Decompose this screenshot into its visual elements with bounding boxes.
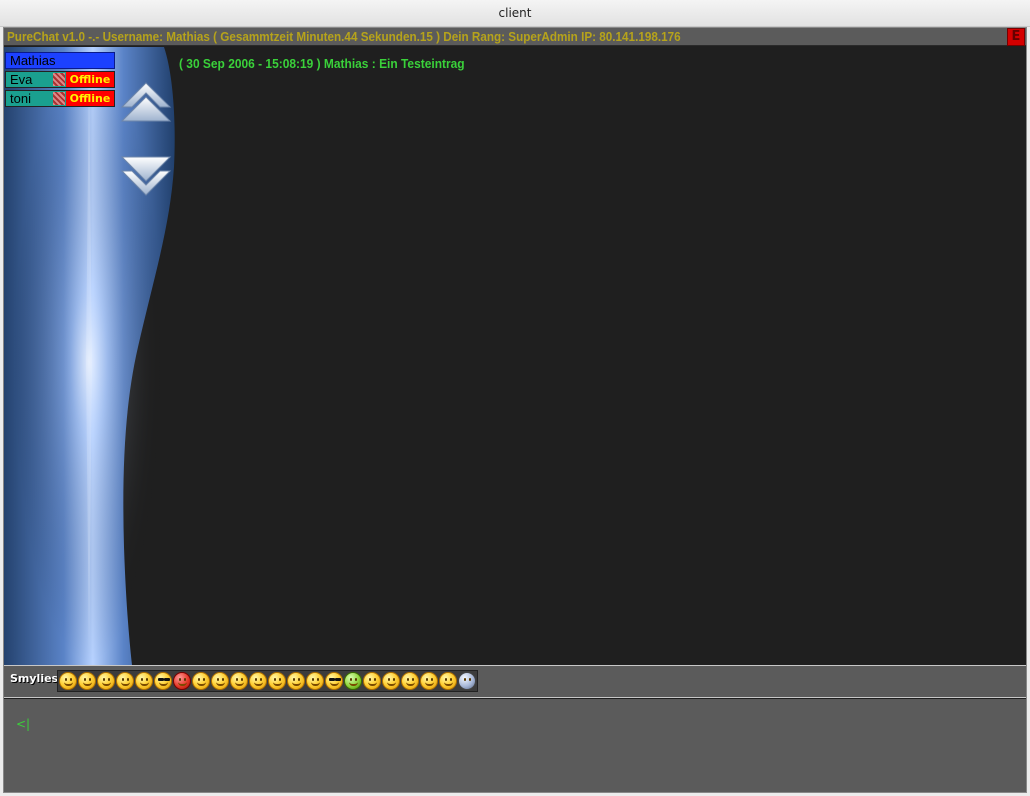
user-item-eva[interactable]: Eva Offline xyxy=(5,71,115,88)
window-title: client xyxy=(498,6,532,20)
offline-badge: Offline xyxy=(66,72,114,87)
angry-icon[interactable] xyxy=(173,672,191,690)
sad-icon[interactable] xyxy=(211,672,229,690)
scroll-down-button[interactable] xyxy=(118,155,174,197)
globe-icon[interactable] xyxy=(458,672,476,690)
input-area: <| xyxy=(4,699,1026,792)
exit-button[interactable]: E xyxy=(1007,28,1025,46)
surprised-icon[interactable] xyxy=(249,672,267,690)
wizard-icon[interactable] xyxy=(363,672,381,690)
user-list: Mathias Eva Offline toni Offline xyxy=(5,52,115,109)
chat-log: ( 30 Sep 2006 - 15:08:19 ) Mathias : Ein… xyxy=(179,47,1026,665)
user-name: Eva xyxy=(10,72,33,87)
grin-icon[interactable] xyxy=(78,672,96,690)
sick-icon[interactable] xyxy=(344,672,362,690)
shy-icon[interactable] xyxy=(382,672,400,690)
scroll-up-button[interactable] xyxy=(118,81,174,123)
teeth-icon[interactable] xyxy=(420,672,438,690)
worried-icon[interactable] xyxy=(439,672,457,690)
user-name: Mathias xyxy=(10,53,56,68)
smiley-bar: Smylies xyxy=(4,665,1026,698)
sidebar-background xyxy=(4,47,175,665)
wink-icon[interactable] xyxy=(116,672,134,690)
happy-icon[interactable] xyxy=(192,672,210,690)
user-name: toni xyxy=(10,91,31,106)
message-input[interactable]: <| xyxy=(10,705,1020,785)
window-titlebar: client xyxy=(0,0,1030,27)
status-icon xyxy=(53,92,65,105)
user-item-mathias[interactable]: Mathias xyxy=(5,52,115,69)
smile-icon[interactable] xyxy=(59,672,77,690)
glasses-icon[interactable] xyxy=(325,672,343,690)
cool-icon[interactable] xyxy=(154,672,172,690)
status-icon xyxy=(53,73,65,86)
neutral-icon[interactable] xyxy=(268,672,286,690)
app-window: PureChat v1.0 -.- Username: Mathias ( Ge… xyxy=(3,27,1027,793)
user-item-toni[interactable]: toni Offline xyxy=(5,90,115,107)
cry-icon[interactable] xyxy=(230,672,248,690)
offline-badge: Offline xyxy=(66,91,114,106)
smiley-strip xyxy=(57,670,478,692)
status-text: PureChat v1.0 -.- Username: Mathias ( Ge… xyxy=(7,29,681,44)
chat-message: ( 30 Sep 2006 - 15:08:19 ) Mathias : Ein… xyxy=(179,56,465,71)
status-bar: PureChat v1.0 -.- Username: Mathias ( Ge… xyxy=(4,28,1026,46)
laugh-icon[interactable] xyxy=(97,672,115,690)
tongue-icon[interactable] xyxy=(135,672,153,690)
smiley-label: Smylies xyxy=(10,672,59,685)
confused-icon[interactable] xyxy=(401,672,419,690)
blush-icon[interactable] xyxy=(287,672,305,690)
nerd-icon[interactable] xyxy=(306,672,324,690)
sidebar: Mathias Eva Offline toni Offline xyxy=(4,47,179,665)
